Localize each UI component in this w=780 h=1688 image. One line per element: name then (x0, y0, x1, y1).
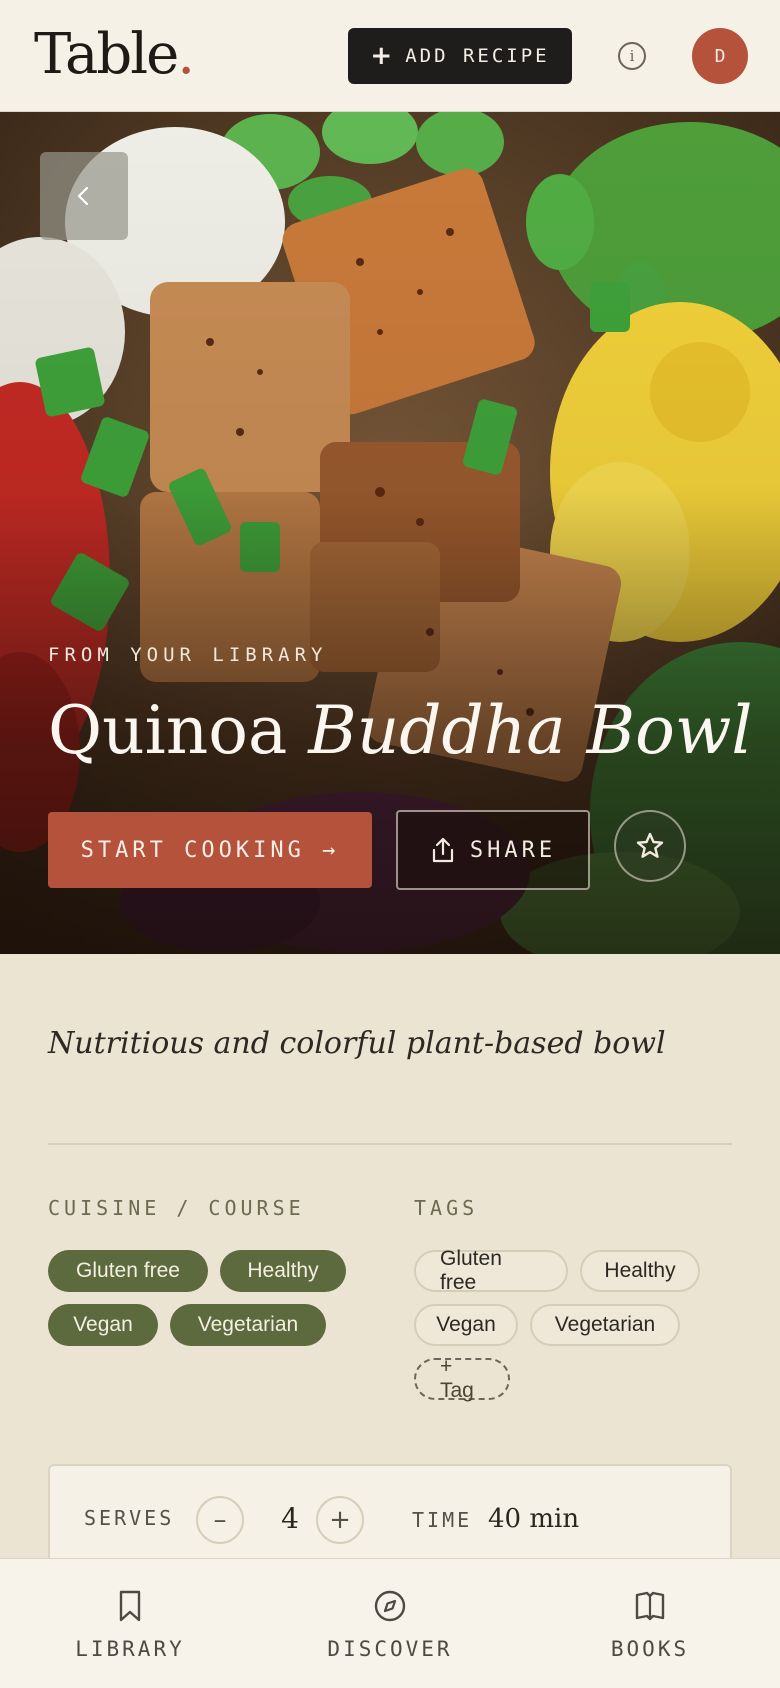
favorite-button[interactable] (614, 810, 686, 882)
share-label: SHARE (469, 837, 557, 863)
start-cooking-button[interactable]: START COOKING → (48, 812, 372, 888)
time-label: TIME (412, 1508, 473, 1532)
nav-item-library[interactable]: LIBRARY (0, 1559, 260, 1688)
tags-label: TAGS (414, 1196, 479, 1220)
compass-icon (374, 1590, 406, 1622)
bottom-navigation: LIBRARY DISCOVER BOOKS (0, 1558, 780, 1688)
section-divider (48, 1143, 732, 1145)
share-icon (432, 837, 453, 863)
avatar-initial: D (714, 45, 726, 67)
plus-icon: + (329, 1505, 351, 1535)
cuisine-chip[interactable]: Healthy (220, 1250, 346, 1292)
share-button[interactable]: SHARE (396, 810, 590, 890)
logo-dot: . (177, 22, 195, 87)
add-recipe-button[interactable]: + ADD RECIPE (348, 28, 572, 84)
logo-text: Table (34, 22, 179, 87)
cuisine-chip[interactable]: Gluten free (48, 1250, 208, 1292)
avatar[interactable]: D (692, 28, 748, 84)
book-icon (635, 1591, 665, 1621)
tag-chip[interactable]: Gluten free (414, 1247, 568, 1294)
bookmark-icon (119, 1590, 141, 1622)
time-value: 40 min (488, 1504, 580, 1534)
nav-item-discover[interactable]: DISCOVER (260, 1559, 520, 1688)
cuisine-chip[interactable]: Vegan (48, 1304, 158, 1346)
recipe-description: Nutritious and colorful plant-based bowl (48, 1026, 666, 1061)
cuisine-course-label: CUISINE / COURSE (48, 1196, 305, 1220)
info-glyph: i (629, 47, 635, 65)
recipe-title-plain: Quinoa (48, 692, 309, 769)
serves-label: SERVES (84, 1506, 175, 1530)
add-tag-button[interactable]: + Tag (414, 1355, 510, 1402)
plus-icon: + (370, 41, 396, 71)
hero-eyebrow: FROM YOUR LIBRARY (48, 644, 328, 666)
hero-section: FROM YOUR LIBRARY Quinoa Buddha Bowl STA… (0, 112, 780, 954)
serves-value: 4 (281, 1502, 299, 1535)
recipe-title-italic: Buddha Bowl (308, 692, 753, 769)
recipe-title: Quinoa Buddha Bowl (48, 692, 752, 769)
back-button[interactable] (40, 152, 128, 240)
tag-chip[interactable]: Vegetarian (530, 1304, 680, 1346)
decrease-serves-button[interactable]: – (196, 1496, 244, 1544)
info-icon[interactable]: i (618, 42, 646, 70)
chevron-left-icon (77, 186, 89, 206)
app-header: Table. + ADD RECIPE i D (0, 0, 780, 112)
nav-item-books[interactable]: BOOKS (520, 1559, 780, 1688)
app-logo[interactable]: Table. (34, 22, 195, 87)
nav-label-library: LIBRARY (75, 1637, 185, 1661)
minus-icon: – (213, 1505, 227, 1535)
increase-serves-button[interactable]: + (316, 1496, 364, 1544)
tag-chip[interactable]: Vegan (414, 1304, 518, 1346)
nav-label-books: BOOKS (610, 1637, 690, 1661)
tag-chip[interactable]: Healthy (580, 1250, 700, 1292)
add-recipe-label: ADD RECIPE (405, 45, 550, 67)
nav-label-discover: DISCOVER (327, 1637, 453, 1661)
start-cooking-label: START COOKING → (80, 837, 340, 863)
cuisine-chip[interactable]: Vegetarian (170, 1304, 326, 1346)
star-icon (636, 832, 664, 858)
